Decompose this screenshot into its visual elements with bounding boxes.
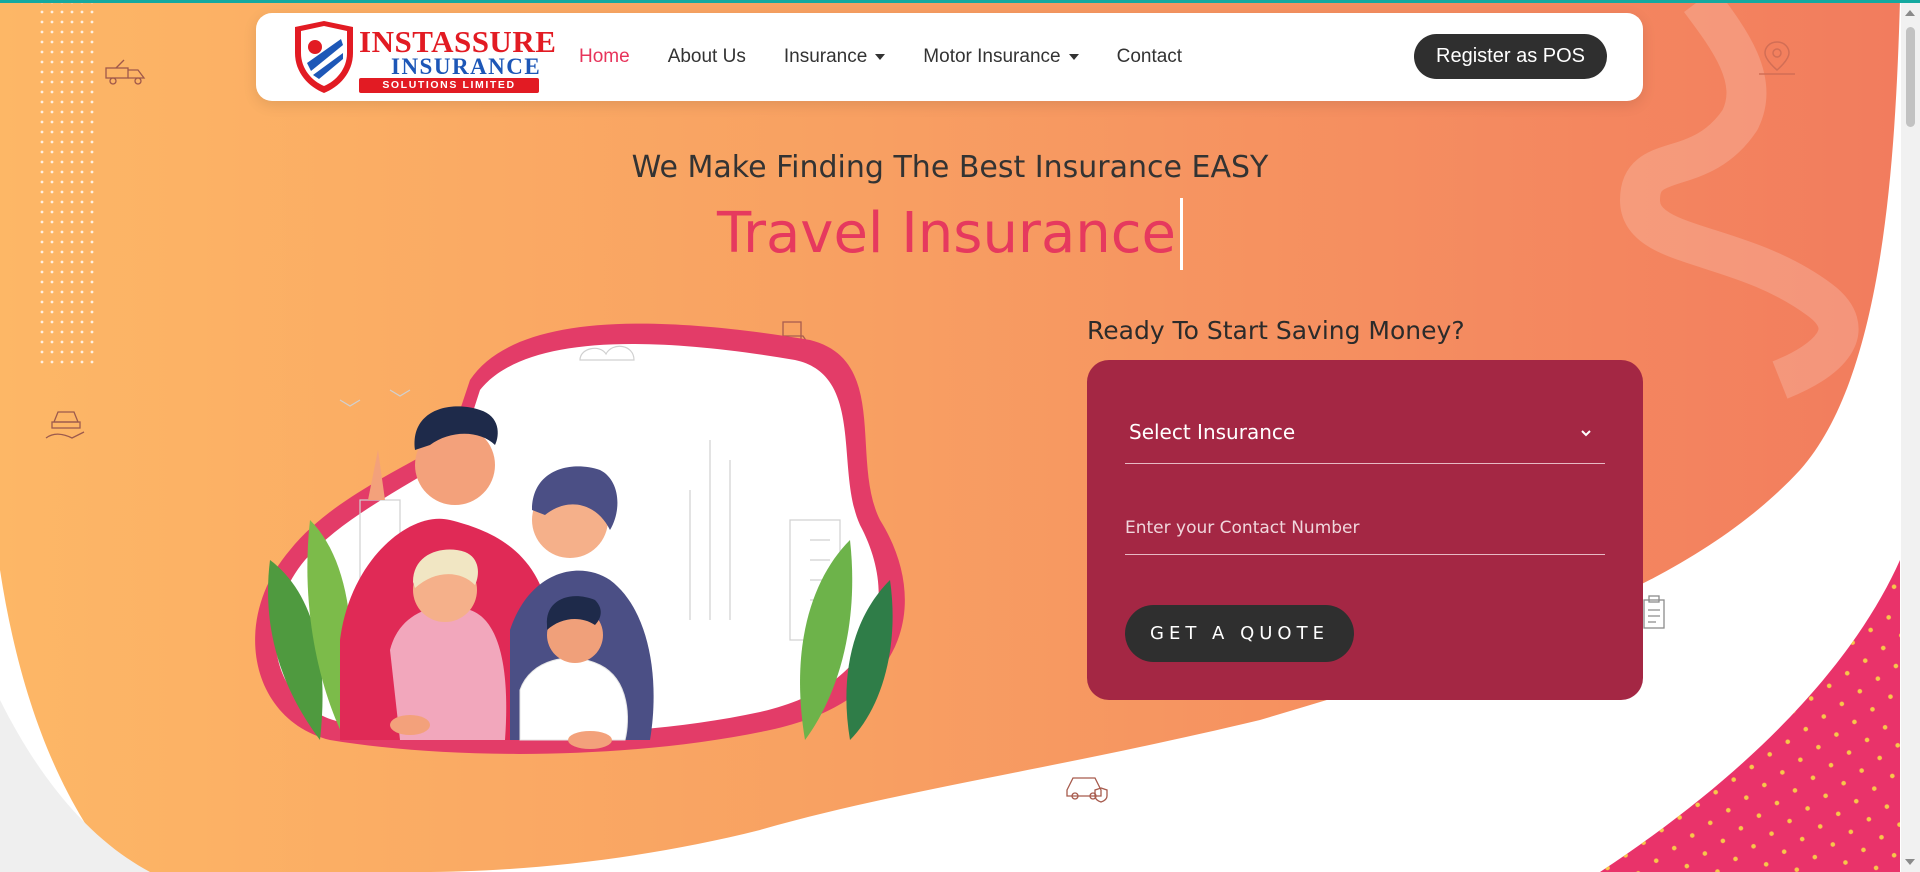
scroll-thumb[interactable] bbox=[1906, 27, 1915, 127]
family-illustration bbox=[255, 323, 905, 754]
nav-item-about-us[interactable]: About Us bbox=[668, 46, 746, 68]
nav-item-home[interactable]: Home bbox=[579, 46, 630, 68]
nav-item-label: Motor Insurance bbox=[923, 46, 1061, 67]
brand-name-line1: INSTASSURE bbox=[359, 24, 557, 59]
nav-item-label: Insurance bbox=[783, 46, 868, 67]
contact-number-input[interactable] bbox=[1125, 495, 1605, 555]
nav-item-label: Home bbox=[579, 46, 630, 67]
nav-menu: Home About Us Insurance Motor Insurance … bbox=[579, 13, 1220, 101]
quote-form-card: Select Insurance GET A QUOTE bbox=[1087, 360, 1643, 700]
chevron-down-icon bbox=[1581, 430, 1591, 437]
form-heading: Ready To Start Saving Money? bbox=[1087, 316, 1465, 345]
brand-name-line2: INSURANCE bbox=[391, 54, 542, 79]
hero-subtitle: We Make Finding The Best Insurance EASY bbox=[631, 150, 1269, 185]
hero-typed-title: Travel Insurance bbox=[717, 198, 1184, 270]
get-a-quote-button[interactable]: GET A QUOTE bbox=[1125, 605, 1354, 662]
map-pin-icon bbox=[1759, 41, 1795, 75]
nav-item-label: Contact bbox=[1116, 46, 1183, 67]
car-hand-icon bbox=[45, 411, 85, 439]
page-scrollbar[interactable] bbox=[1901, 3, 1920, 872]
brand-logo[interactable]: INSTASSURE INSURANCE SOLUTIONS LIMITED bbox=[291, 19, 556, 95]
insurance-select[interactable]: Select Insurance bbox=[1125, 408, 1605, 464]
nav-item-contact[interactable]: Contact bbox=[1117, 46, 1182, 68]
hero-title-wrap: Travel Insurance bbox=[0, 198, 1900, 270]
nav-item-insurance[interactable]: Insurance bbox=[783, 46, 886, 68]
insurance-select-value: Select Insurance bbox=[1129, 420, 1296, 444]
caret-down-icon bbox=[1068, 54, 1079, 60]
main-navbar: INSTASSURE INSURANCE SOLUTIONS LIMITED H… bbox=[256, 13, 1643, 101]
brand-name-line3: SOLUTIONS LIMITED bbox=[359, 78, 539, 93]
scroll-down-arrow-icon[interactable] bbox=[1905, 859, 1915, 865]
top-accent-strip bbox=[0, 0, 1920, 3]
clipboard-icon bbox=[1643, 595, 1665, 629]
caret-down-icon bbox=[875, 54, 886, 60]
nav-item-label: About Us bbox=[667, 46, 746, 67]
scroll-up-arrow-icon[interactable] bbox=[1905, 10, 1915, 16]
register-as-pos-button[interactable]: Register as POS bbox=[1414, 34, 1607, 79]
tow-truck-icon bbox=[105, 59, 146, 85]
shield-logo-icon bbox=[295, 21, 353, 93]
car-shield-icon bbox=[1066, 777, 1108, 803]
nav-item-motor-insurance[interactable]: Motor Insurance bbox=[923, 46, 1079, 68]
